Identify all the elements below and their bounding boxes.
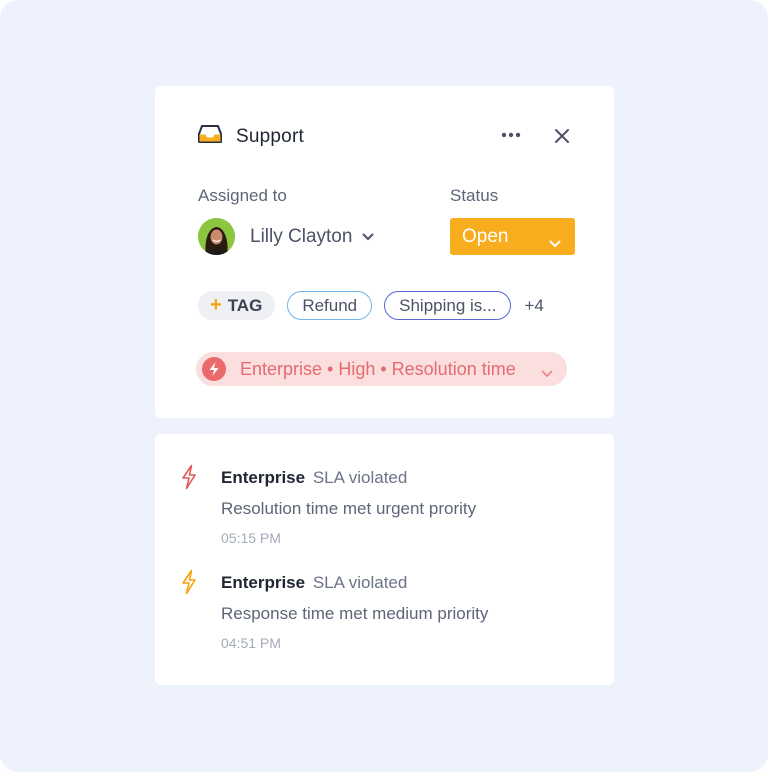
activity-description: Response time met medium priority xyxy=(221,604,489,623)
tag-refund[interactable]: Refund xyxy=(287,291,373,320)
close-button[interactable] xyxy=(551,125,573,147)
activity-title: Enterprise SLA violated xyxy=(221,468,407,488)
status-label: Status xyxy=(450,186,499,205)
more-icon xyxy=(501,132,521,138)
lightning-icon xyxy=(181,464,197,495)
more-tags-count[interactable]: +4 xyxy=(524,296,543,316)
ticket-details-card: Support Assigned to Status Lilly Clayton… xyxy=(155,86,614,418)
inbox-icon xyxy=(198,124,222,149)
tag-shipping[interactable]: Shipping is... xyxy=(384,291,512,320)
lightning-icon xyxy=(181,569,197,600)
panel-title: Support xyxy=(236,125,304,147)
assignee-select[interactable]: Lilly Clayton xyxy=(198,218,374,255)
plus-icon: + xyxy=(210,294,222,316)
activity-timestamp: 04:51 PM xyxy=(221,635,281,651)
activity-timestamp: 05:15 PM xyxy=(221,530,281,546)
status-value: Open xyxy=(462,225,509,247)
activity-policy: Enterprise xyxy=(221,573,306,592)
activity-policy: Enterprise xyxy=(221,468,306,487)
activity-title: Enterprise SLA violated xyxy=(221,573,407,593)
sla-policy-dropdown[interactable]: Enterprise • High • Resolution time xyxy=(196,352,567,386)
activity-status: SLA violated xyxy=(312,468,408,487)
add-tag-button[interactable]: + TAG xyxy=(198,291,276,320)
status-dropdown[interactable]: Open xyxy=(450,218,575,255)
tag-list: + TAG Refund Shipping is... +4 xyxy=(198,291,544,320)
activity-description: Resolution time met urgent prority xyxy=(221,499,477,518)
chevron-down-icon xyxy=(362,228,374,246)
activity-status: SLA violated xyxy=(312,573,408,592)
avatar xyxy=(198,218,235,255)
assigned-to-label: Assigned to xyxy=(198,186,287,205)
page-background: Support Assigned to Status Lilly Clayton… xyxy=(0,0,768,772)
more-options-button[interactable] xyxy=(500,126,522,144)
chevron-down-icon xyxy=(541,365,553,383)
lightning-icon xyxy=(202,357,226,381)
tag-label: Shipping is... xyxy=(399,295,497,315)
tag-label: Refund xyxy=(302,295,358,315)
add-tag-label: TAG xyxy=(227,295,263,315)
assignee-name: Lilly Clayton xyxy=(250,225,353,247)
chevron-down-icon xyxy=(549,232,561,254)
panel-header: Support xyxy=(198,124,304,149)
sla-policy-label: Enterprise • High • Resolution time xyxy=(240,358,516,379)
activity-card: Enterprise SLA violated Resolution time … xyxy=(155,434,614,685)
close-icon xyxy=(555,129,569,143)
